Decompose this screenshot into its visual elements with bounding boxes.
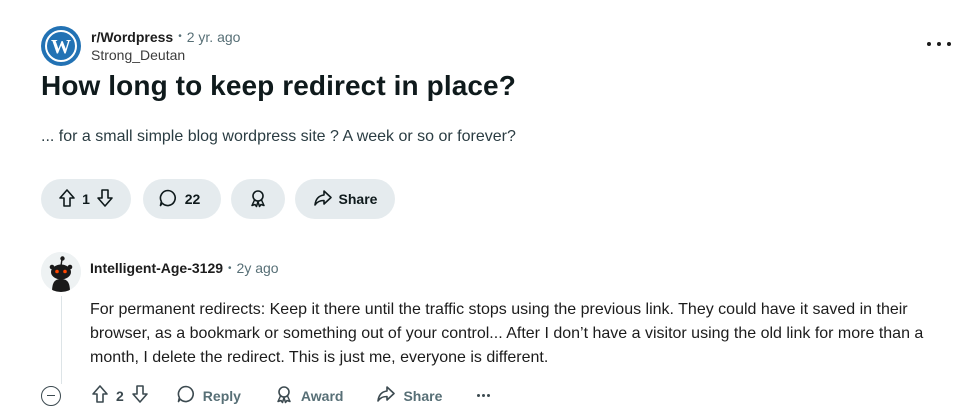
more-options-button[interactable]: [927, 36, 951, 52]
vote-control: 1: [41, 179, 131, 219]
ellipsis-dot: [482, 394, 486, 397]
ellipsis-dot: [487, 394, 491, 397]
vote-count: 1: [82, 191, 90, 207]
speech-bubble-icon: [176, 384, 196, 407]
award-button[interactable]: [231, 179, 285, 219]
ellipsis-icon: [477, 394, 481, 397]
share-button[interactable]: Share: [295, 179, 395, 219]
share-label: Share: [403, 387, 443, 404]
arrow-up-icon[interactable]: [91, 384, 109, 407]
arrow-up-icon[interactable]: [58, 188, 76, 211]
post-timestamp: 2 yr. ago: [186, 29, 241, 45]
post-body: ... for a small simple blog wordpress si…: [41, 128, 516, 145]
collapse-minus-icon[interactable]: [41, 385, 61, 406]
ellipsis-dot: [947, 42, 951, 46]
comment-action-bar: 2 Reply Award Share: [41, 384, 491, 407]
ellipsis-icon: [927, 42, 931, 46]
arrow-down-icon[interactable]: [131, 384, 149, 407]
comment-vote-control: 2: [91, 384, 149, 407]
comment-count: 22: [184, 191, 201, 207]
reply-button[interactable]: Reply: [176, 384, 241, 407]
meta-separator: •: [228, 262, 232, 274]
comment-more-button[interactable]: [477, 394, 491, 397]
share-arrow-icon: [313, 188, 333, 211]
comment-vote-count: 2: [116, 387, 124, 404]
subreddit-link[interactable]: r/Wordpress: [91, 28, 173, 46]
svg-text:W: W: [51, 36, 71, 58]
post-author[interactable]: Strong_Deutan: [91, 46, 240, 64]
award-button[interactable]: Award: [274, 384, 344, 407]
thread-line[interactable]: [61, 296, 62, 384]
wordpress-logo-icon[interactable]: W: [41, 26, 81, 66]
share-arrow-icon: [376, 384, 396, 407]
meta-separator: •: [178, 31, 182, 42]
post-title: How long to keep redirect in place?: [41, 70, 516, 101]
award-icon: [248, 188, 268, 211]
ellipsis-dot: [937, 42, 941, 46]
comment-body: For permanent redirects: Keep it there u…: [90, 301, 924, 366]
comments-button[interactable]: 22: [143, 179, 221, 219]
speech-bubble-icon: [158, 188, 178, 211]
reply-label: Reply: [202, 387, 241, 404]
comment-timestamp: 2y ago: [236, 260, 279, 276]
arrow-down-icon[interactable]: [96, 188, 114, 211]
share-label: Share: [338, 191, 378, 207]
comment-username[interactable]: Intelligent-Age-3129: [90, 260, 223, 276]
post-action-bar: 1 22 Share: [41, 179, 395, 219]
share-button[interactable]: Share: [376, 384, 442, 407]
post-header: W r/Wordpress • 2 yr. ago Strong_Deutan: [41, 26, 240, 66]
award-label: Award: [300, 387, 344, 404]
award-icon: [274, 384, 294, 407]
reddit-snoo-icon[interactable]: [41, 252, 81, 292]
